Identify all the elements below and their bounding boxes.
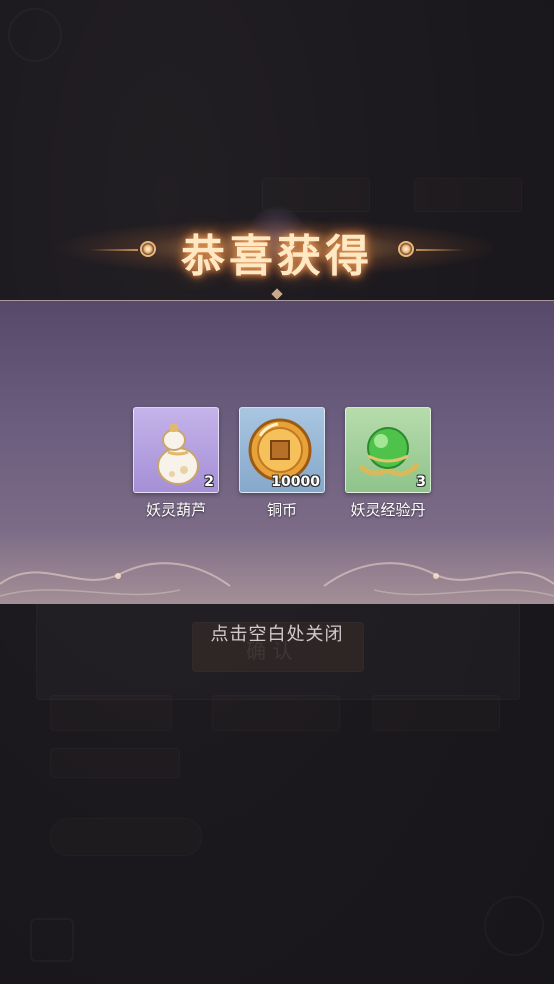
reward-panel: 2 妖灵葫芦 10000 铜币 3 妖灵经验丹 <box>0 300 554 604</box>
reward-tile[interactable]: 3 <box>345 407 431 493</box>
cloud-ornament-right <box>323 562 554 597</box>
reward-name: 铜币 <box>266 501 297 519</box>
tap-to-close-hint: 点击空白处关闭 <box>210 624 344 645</box>
reward-tile[interactable]: 10000 <box>239 407 325 493</box>
reward-count: 3 <box>416 474 426 490</box>
reward-item[interactable]: 2 妖灵葫芦 <box>132 407 220 520</box>
reward-name: 妖灵葫芦 <box>145 501 206 519</box>
reward-item[interactable]: 10000 铜币 <box>238 407 326 520</box>
banner-title: 恭喜获得 <box>181 231 373 282</box>
banner-drop-ornament <box>271 288 283 300</box>
reward-count: 2 <box>204 474 214 490</box>
reward-banner: 恭喜获得 <box>0 200 554 300</box>
reward-tile[interactable]: 2 <box>133 407 219 493</box>
reward-count: 10000 <box>271 474 320 490</box>
reward-item[interactable]: 3 妖灵经验丹 <box>344 407 432 520</box>
reward-name: 妖灵经验丹 <box>350 501 426 519</box>
